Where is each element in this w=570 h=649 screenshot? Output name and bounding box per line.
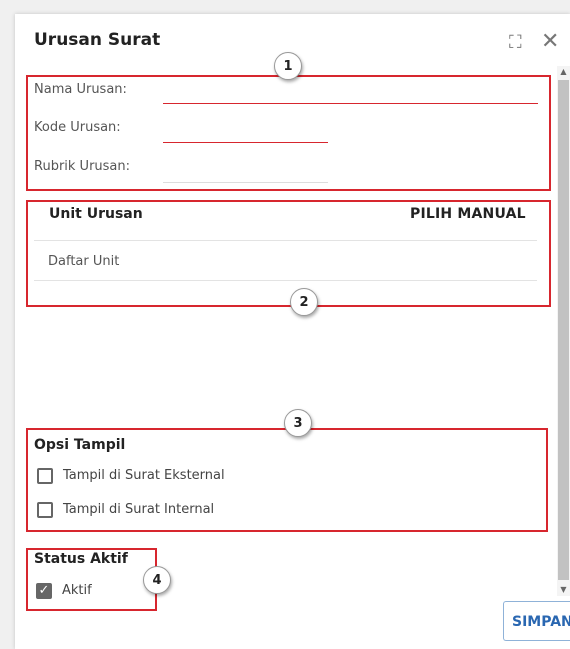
- unit-list-divider: [34, 280, 537, 281]
- aktif-checkbox[interactable]: ✓: [36, 583, 52, 599]
- tampil-eksternal-label[interactable]: Tampil di Surat Eksternal: [63, 468, 225, 483]
- kode-urusan-input[interactable]: [163, 121, 328, 141]
- rubrik-urusan-input[interactable]: [163, 161, 328, 181]
- rubrik-urusan-label: Rubrik Urusan:: [34, 159, 131, 174]
- rubrik-urusan-underline: [163, 182, 328, 183]
- tampil-eksternal-checkbox[interactable]: [37, 468, 53, 484]
- opsi-tampil-title: Opsi Tampil: [34, 437, 126, 453]
- scroll-down-arrow-icon[interactable]: ▼: [557, 584, 570, 596]
- scroll-up-arrow-icon[interactable]: ▲: [557, 66, 570, 78]
- annotation-badge-1: 1: [274, 52, 302, 80]
- kode-urusan-label: Kode Urusan:: [34, 120, 121, 135]
- unit-header-divider: [34, 240, 537, 241]
- scroll-thumb[interactable]: [558, 80, 569, 580]
- daftar-unit-row: Daftar Unit: [48, 254, 120, 269]
- annotation-badge-3: 3: [284, 409, 312, 437]
- dialog-title: Urusan Surat: [34, 30, 161, 50]
- simpan-button[interactable]: SIMPAN: [503, 601, 570, 641]
- expand-icon[interactable]: ⛶: [509, 32, 522, 53]
- kode-urusan-underline: [163, 142, 328, 143]
- status-aktif-title: Status Aktif: [34, 551, 128, 567]
- tampil-internal-checkbox[interactable]: [37, 502, 53, 518]
- aktif-label[interactable]: Aktif: [62, 583, 92, 598]
- unit-urusan-header: Unit Urusan: [49, 206, 143, 222]
- annotation-badge-2: 2: [290, 288, 318, 316]
- nama-urusan-label: Nama Urusan:: [34, 82, 127, 97]
- scrollbar[interactable]: ▲ ▼: [557, 66, 570, 596]
- close-icon[interactable]: ✕: [541, 31, 559, 53]
- pilih-manual-button[interactable]: PILIH MANUAL: [410, 206, 526, 222]
- annotation-badge-4: 4: [143, 566, 171, 594]
- tampil-internal-label[interactable]: Tampil di Surat Internal: [63, 502, 214, 517]
- nama-urusan-input[interactable]: [163, 83, 538, 103]
- nama-urusan-underline: [163, 103, 538, 104]
